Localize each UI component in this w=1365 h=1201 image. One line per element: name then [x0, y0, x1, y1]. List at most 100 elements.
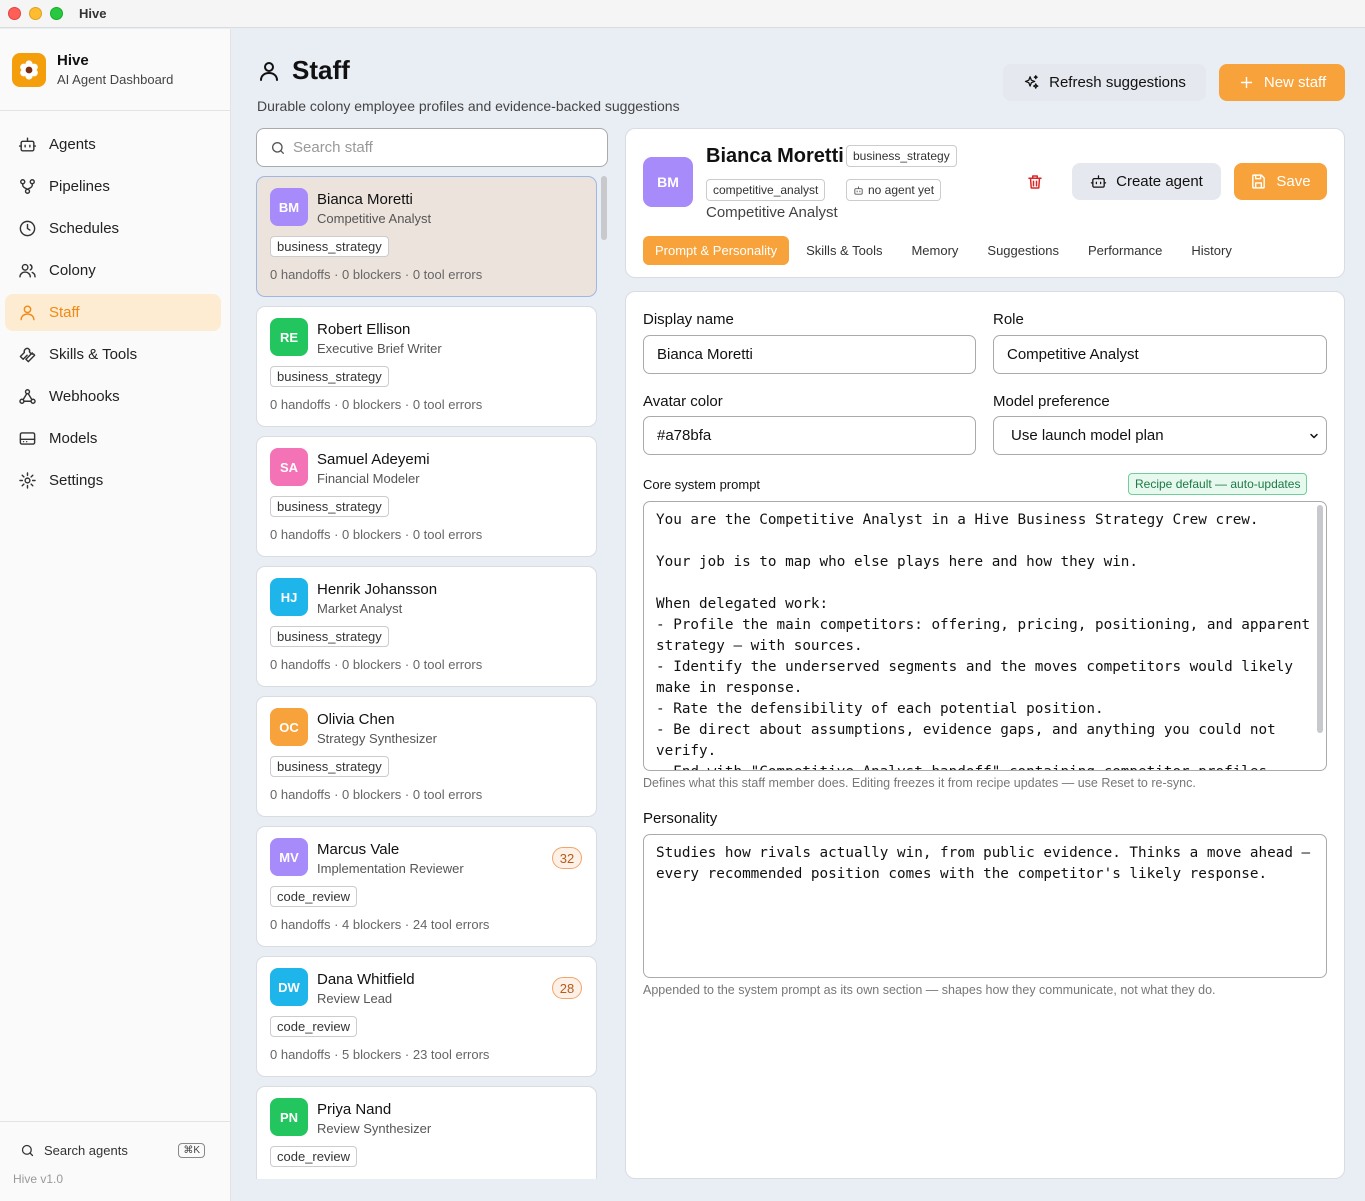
- core-prompt-label: Core system prompt: [643, 477, 761, 492]
- recipe-default-badge: Recipe default — auto-updates: [1128, 473, 1308, 495]
- avatar-color-input[interactable]: [657, 427, 975, 444]
- tab-prompt-personality[interactable]: Prompt & Personality: [643, 236, 790, 265]
- display-name-input[interactable]: [657, 346, 975, 363]
- staff-list-scrollbar[interactable]: [601, 176, 607, 240]
- staff-tag: business_strategy: [270, 366, 389, 387]
- staff-card[interactable]: HJ Henrik Johansson Market Analyst busin…: [256, 566, 597, 687]
- display-name-field[interactable]: [643, 335, 976, 374]
- staff-role: Review Synthesizer: [317, 1121, 432, 1136]
- suggestion-count-badge: 32: [552, 847, 582, 869]
- model-preference-select[interactable]: Use launch model plan: [993, 416, 1327, 455]
- zoom-window-button[interactable]: [50, 7, 63, 20]
- sidebar-item-label: Colony: [49, 262, 96, 279]
- staff-card[interactable]: BM Bianca Moretti Competitive Analyst bu…: [256, 176, 597, 297]
- staff-tag: code_review: [270, 1146, 357, 1167]
- hive-logo-icon: [12, 52, 46, 87]
- search-agents-button[interactable]: Search agents ⌘K: [0, 1130, 230, 1170]
- window-controls: [8, 7, 63, 20]
- create-agent-button[interactable]: Create agent: [1072, 163, 1221, 200]
- staff-role: Market Analyst: [317, 601, 403, 616]
- user-icon: [260, 61, 278, 81]
- sidebar-item-staff[interactable]: Staff: [5, 294, 221, 331]
- staff-tag: business_strategy: [270, 756, 389, 777]
- sidebar-item-label: Staff: [49, 304, 80, 321]
- sidebar-item-colony[interactable]: Colony: [5, 252, 221, 289]
- personality-text[interactable]: Studies how rivals actually win, from pu…: [644, 835, 1326, 893]
- search-input[interactable]: [293, 139, 593, 156]
- sidebar-item-skills-tools[interactable]: Skills & Tools: [5, 336, 221, 373]
- new-staff-label: New staff: [1263, 74, 1327, 91]
- staff-card[interactable]: OC Olivia Chen Strategy Synthesizer busi…: [256, 696, 597, 817]
- tab-memory[interactable]: Memory: [911, 236, 958, 265]
- sidebar-footer: Search agents ⌘K Hive v1.0: [0, 1121, 230, 1186]
- avatar-color-field[interactable]: [643, 416, 976, 455]
- staff-name: Robert Ellison: [317, 321, 411, 338]
- save-button[interactable]: Save: [1234, 163, 1327, 200]
- core-prompt-textarea[interactable]: You are the Competitive Analyst in a Hiv…: [643, 501, 1327, 771]
- pipeline-icon: [20, 179, 35, 194]
- staff-search-box[interactable]: [256, 128, 608, 167]
- staff-tag: business_strategy: [270, 236, 389, 257]
- user-icon: [20, 305, 35, 321]
- prompt-personality-form: Display name Role Avatar color Model pre…: [625, 291, 1345, 1179]
- page-title: Staff: [257, 55, 680, 86]
- personality-textarea[interactable]: Studies how rivals actually win, from pu…: [643, 834, 1327, 978]
- sidebar-item-models[interactable]: Models: [5, 420, 221, 457]
- staff-list: BM Bianca Moretti Competitive Analyst bu…: [256, 176, 611, 1179]
- minimize-window-button[interactable]: [29, 7, 42, 20]
- tab-performance[interactable]: Performance: [1088, 236, 1162, 265]
- staff-role: Executive Brief Writer: [317, 341, 442, 356]
- sidebar-item-label: Schedules: [49, 220, 120, 237]
- search-icon: [21, 1144, 34, 1156]
- avatar: MV: [270, 838, 308, 876]
- staff-detail-role: Competitive Analyst: [706, 204, 838, 221]
- staff-stats: 0 handoffs · 0 blockers · 0 tool errors: [270, 657, 483, 672]
- tab-skills-tools[interactable]: Skills & Tools: [806, 236, 882, 265]
- role-input[interactable]: [1007, 346, 1326, 363]
- staff-role: Review Lead: [317, 991, 393, 1006]
- sidebar-item-webhooks[interactable]: Webhooks: [5, 378, 221, 415]
- model-preference-label: Model preference: [993, 393, 1110, 410]
- tab-suggestions[interactable]: Suggestions: [987, 236, 1059, 265]
- staff-stats: 0 handoffs · 5 blockers · 23 tool errors: [270, 1047, 490, 1062]
- staff-role: Financial Modeler: [317, 471, 420, 486]
- refresh-suggestions-button[interactable]: Refresh suggestions: [1003, 64, 1206, 101]
- staff-role: Implementation Reviewer: [317, 861, 464, 876]
- sidebar-item-settings[interactable]: Settings: [5, 462, 221, 499]
- sidebar-item-label: Webhooks: [49, 388, 120, 405]
- staff-detail-header: BM Bianca Moretti business_strategy comp…: [625, 128, 1345, 278]
- trash-icon[interactable]: [1026, 173, 1044, 191]
- search-icon: [272, 141, 284, 154]
- staff-card[interactable]: SA Samuel Adeyemi Financial Modeler busi…: [256, 436, 597, 557]
- suggestion-count-badge: 28: [552, 977, 582, 999]
- staff-card[interactable]: MV Marcus Vale Implementation Reviewer 3…: [256, 826, 597, 947]
- close-window-button[interactable]: [8, 7, 21, 20]
- agent-status-label: no agent yet: [868, 183, 935, 197]
- avatar: BM: [643, 157, 693, 207]
- avatar: DW: [270, 968, 308, 1006]
- page-header: Staff Durable colony employee profiles a…: [257, 55, 680, 114]
- avatar: PN: [270, 1098, 308, 1136]
- users-icon: [19, 263, 36, 278]
- staff-card[interactable]: RE Robert Ellison Executive Brief Writer…: [256, 306, 597, 427]
- robot-icon: [1090, 175, 1107, 188]
- avatar: SA: [270, 448, 308, 486]
- staff-card[interactable]: PN Priya Nand Review Synthesizer code_re…: [256, 1086, 597, 1179]
- gear-icon: [19, 472, 36, 489]
- sidebar-item-label: Agents: [49, 136, 96, 153]
- tab-history[interactable]: History: [1191, 236, 1231, 265]
- role-field[interactable]: [993, 335, 1327, 374]
- sidebar-item-schedules[interactable]: Schedules: [5, 210, 221, 247]
- staff-card[interactable]: DW Dana Whitfield Review Lead 28 code_re…: [256, 956, 597, 1077]
- sidebar-nav: Agents Pipelines Schedules Colony Staff …: [0, 111, 230, 499]
- new-staff-button[interactable]: New staff: [1219, 64, 1345, 101]
- core-prompt-text[interactable]: You are the Competitive Analyst in a Hiv…: [644, 502, 1326, 770]
- sidebar-item-agents[interactable]: Agents: [5, 126, 221, 163]
- staff-slug-tag: competitive_analyst: [706, 179, 826, 201]
- staff-stats: 0 handoffs · 0 blockers · 0 tool errors: [270, 787, 483, 802]
- sidebar-item-pipelines[interactable]: Pipelines: [5, 168, 221, 205]
- staff-stats: 0 handoffs · 0 blockers · 0 tool errors: [270, 267, 483, 282]
- core-prompt-scrollbar[interactable]: [1317, 505, 1323, 733]
- brand-name: Hive: [57, 52, 89, 69]
- drive-icon: [19, 432, 36, 445]
